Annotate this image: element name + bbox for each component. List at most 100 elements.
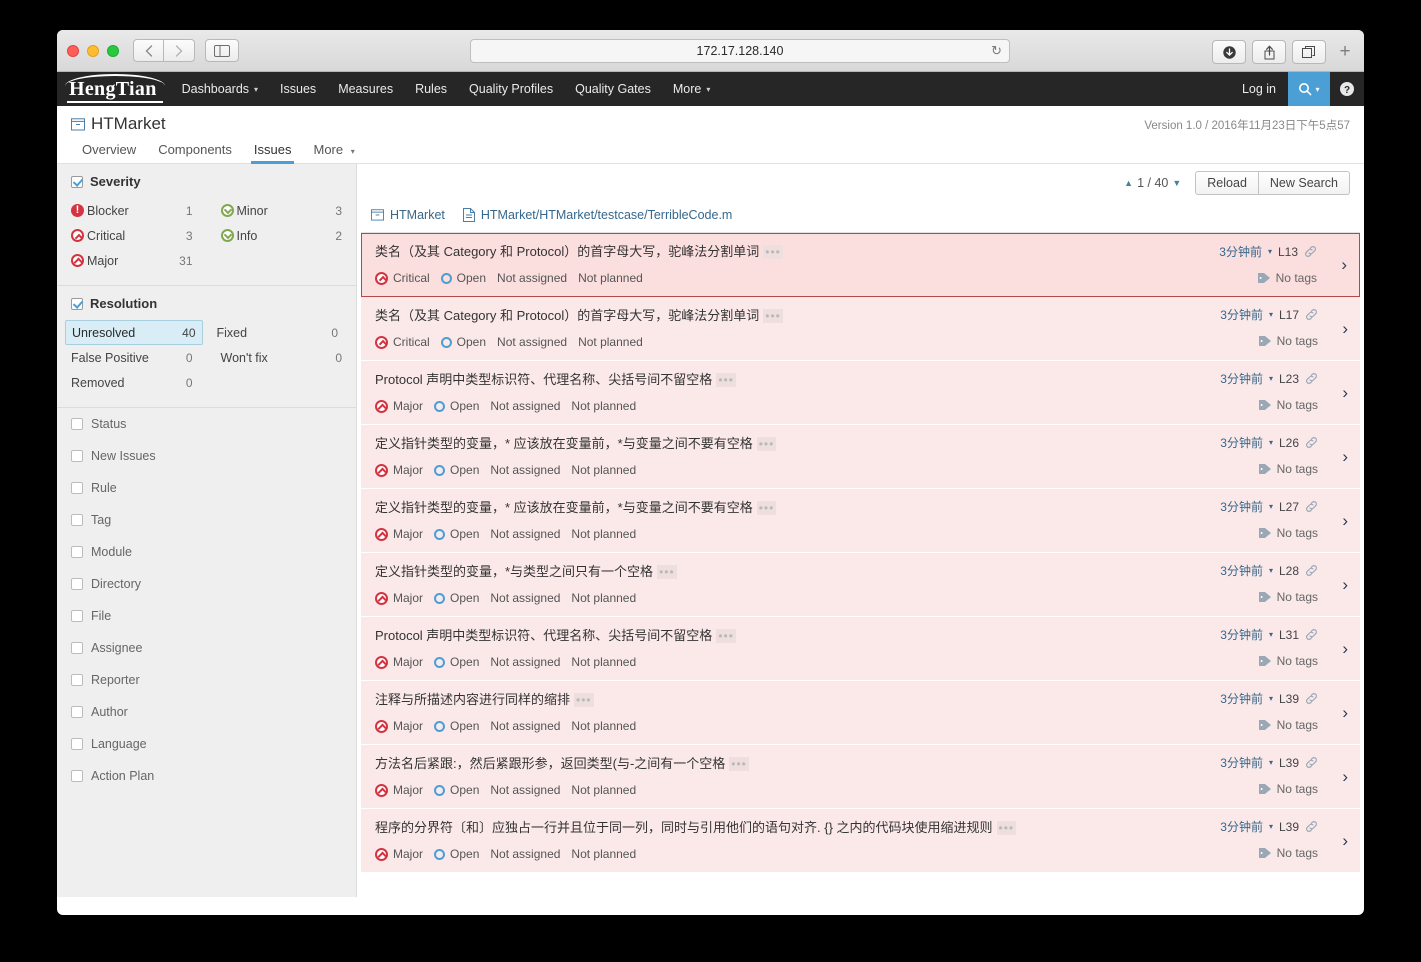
issue-open-chevron-icon[interactable]: › (1342, 575, 1348, 595)
issue-row[interactable]: 定义指针类型的变量，* 应该放在变量前，*与变量之间不要有空格 ••• Major… (361, 489, 1360, 553)
navitem-issues[interactable]: Issues (269, 72, 327, 106)
issue-assignee[interactable]: Not assigned (490, 591, 560, 605)
issue-open-chevron-icon[interactable]: › (1342, 447, 1348, 467)
issue-status[interactable]: Open (434, 463, 479, 477)
issue-assignee[interactable]: Not assigned (490, 399, 560, 413)
share-button[interactable] (1252, 40, 1286, 64)
navitem-more[interactable]: More ▾ (662, 72, 722, 106)
issue-actions-ellipsis[interactable]: ••• (716, 373, 736, 387)
issue-actions-ellipsis[interactable]: ••• (574, 693, 594, 707)
issue-row[interactable]: Protocol 声明中类型标识符、代理名称、尖括号间不留空格 ••• Major… (361, 361, 1360, 425)
resolution-option-unresolved[interactable]: Unresolved 40 (65, 320, 203, 345)
issue-action-plan[interactable]: Not planned (571, 527, 636, 541)
checkbox-icon[interactable] (71, 642, 83, 654)
issue-tags[interactable]: No tags (1277, 654, 1318, 668)
issue-severity[interactable]: Major (375, 399, 423, 413)
issue-open-chevron-icon[interactable]: › (1342, 831, 1348, 851)
checkbox-icon[interactable] (71, 175, 83, 188)
resolution-option-removed[interactable]: Removed 0 (57, 370, 207, 395)
facet-author[interactable]: Author (57, 696, 356, 728)
checkbox-icon[interactable] (71, 297, 83, 310)
issue-severity[interactable]: Major (375, 655, 423, 669)
navitem-dashboards[interactable]: Dashboards ▾ (171, 72, 269, 106)
facet-module[interactable]: Module (57, 536, 356, 568)
issue-status[interactable]: Open (440, 271, 486, 285)
reload-button[interactable]: Reload (1195, 171, 1259, 195)
issue-actions-ellipsis[interactable]: ••• (763, 309, 783, 323)
checkbox-icon[interactable] (71, 482, 83, 494)
new-search-button[interactable]: New Search (1258, 171, 1350, 195)
issue-tags[interactable]: No tags (1276, 271, 1317, 285)
issue-title[interactable]: Protocol 声明中类型标识符、代理名称、尖括号间不留空格 ••• (375, 371, 1318, 389)
issue-action-plan[interactable]: Not planned (571, 463, 636, 477)
navitem-quality-gates[interactable]: Quality Gates (564, 72, 662, 106)
forward-button[interactable] (164, 39, 195, 62)
issue-time[interactable]: 3分钟前 (1220, 818, 1263, 835)
page-down-icon[interactable]: ▼ (1172, 178, 1181, 188)
minimize-window-button[interactable] (87, 44, 99, 57)
issue-title[interactable]: 类名（及其 Category 和 Protocol）的首字母大写，驼峰法分割单词… (375, 243, 1318, 261)
issue-severity[interactable]: Critical (375, 335, 430, 349)
issue-tags[interactable]: No tags (1277, 846, 1318, 860)
issue-time[interactable]: 3分钟前 (1219, 243, 1262, 260)
checkbox-icon[interactable] (71, 514, 83, 526)
address-bar[interactable]: 172.17.128.140 ↻ (470, 39, 1010, 63)
issue-row[interactable]: 类名（及其 Category 和 Protocol）的首字母大写，驼峰法分割单词… (361, 233, 1360, 297)
issue-severity[interactable]: Critical (375, 271, 430, 285)
facet-directory[interactable]: Directory (57, 568, 356, 600)
issue-tags[interactable]: No tags (1277, 526, 1318, 540)
sidebar-toggle-button[interactable] (205, 39, 239, 62)
issue-time[interactable]: 3分钟前 (1220, 434, 1263, 451)
issue-title[interactable]: 类名（及其 Category 和 Protocol）的首字母大写，驼峰法分割单词… (375, 307, 1318, 325)
issue-time[interactable]: 3分钟前 (1220, 306, 1263, 323)
issue-open-chevron-icon[interactable]: › (1342, 703, 1348, 723)
severity-option-minor[interactable]: Minor 3 (207, 198, 357, 223)
issue-tags[interactable]: No tags (1277, 782, 1318, 796)
issue-status[interactable]: Open (434, 719, 479, 733)
issue-action-plan[interactable]: Not planned (571, 399, 636, 413)
facet-resolution-header[interactable]: Resolution (57, 296, 356, 320)
issue-severity[interactable]: Major (375, 847, 423, 861)
facet-reporter[interactable]: Reporter (57, 664, 356, 696)
issue-tags[interactable]: No tags (1277, 718, 1318, 732)
issue-severity[interactable]: Major (375, 527, 423, 541)
issue-time[interactable]: 3分钟前 (1220, 498, 1263, 515)
severity-option-blocker[interactable]: Blocker 1 (57, 198, 207, 223)
issue-actions-ellipsis[interactable]: ••• (763, 245, 783, 259)
issue-title[interactable]: 注释与所描述内容进行同样的缩排 ••• (375, 691, 1318, 709)
issue-tags[interactable]: No tags (1277, 334, 1318, 348)
breadcrumb-project[interactable]: HTMarket (371, 208, 445, 222)
hengtian-logo[interactable]: HengTian (57, 72, 171, 106)
issue-time[interactable]: 3分钟前 (1220, 754, 1263, 771)
issue-assignee[interactable]: Not assigned (490, 463, 560, 477)
new-tab-button[interactable]: + (1332, 39, 1358, 65)
facet-new-issues[interactable]: New Issues (57, 440, 356, 472)
global-search-button[interactable]: ▾ (1288, 72, 1330, 106)
navitem-quality-profiles[interactable]: Quality Profiles (458, 72, 564, 106)
issue-open-chevron-icon[interactable]: › (1342, 383, 1348, 403)
issue-title[interactable]: 程序的分界符〔和〕应独占一行并且位于同一列，同时与引用他们的语句对齐. {} 之… (375, 819, 1318, 837)
issue-tags[interactable]: No tags (1277, 590, 1318, 604)
issue-title[interactable]: 方法名后紧跟:，然后紧跟形参，返回类型(与-之间有一个空格 ••• (375, 755, 1318, 773)
issue-action-plan[interactable]: Not planned (571, 591, 636, 605)
issue-severity[interactable]: Major (375, 463, 423, 477)
issue-status[interactable]: Open (440, 335, 486, 349)
issue-actions-ellipsis[interactable]: ••• (729, 757, 749, 771)
severity-option-info[interactable]: Info 2 (207, 223, 357, 248)
show-tabs-button[interactable] (1292, 40, 1326, 64)
issue-open-chevron-icon[interactable]: › (1342, 319, 1348, 339)
close-window-button[interactable] (67, 44, 79, 57)
issue-title[interactable]: 定义指针类型的变量，* 应该放在变量前，*与变量之间不要有空格 ••• (375, 499, 1318, 517)
issue-assignee[interactable]: Not assigned (490, 527, 560, 541)
issue-action-plan[interactable]: Not planned (571, 783, 636, 797)
tab-issues[interactable]: Issues (243, 142, 303, 164)
issue-open-chevron-icon[interactable]: › (1341, 255, 1347, 275)
tab-overview[interactable]: Overview (71, 142, 147, 163)
checkbox-icon[interactable] (71, 578, 83, 590)
issue-open-chevron-icon[interactable]: › (1342, 511, 1348, 531)
issue-open-chevron-icon[interactable]: › (1342, 767, 1348, 787)
facet-assignee[interactable]: Assignee (57, 632, 356, 664)
issue-severity[interactable]: Major (375, 719, 423, 733)
checkbox-icon[interactable] (71, 418, 83, 430)
help-button[interactable]: ? (1330, 72, 1364, 106)
